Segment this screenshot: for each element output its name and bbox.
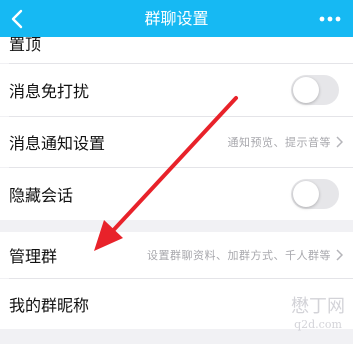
row-label-hide: 隐藏会话 bbox=[9, 186, 74, 205]
row-label-manage: 管理群 bbox=[9, 247, 58, 266]
row-detail-notify: 通知预览、提示音等 bbox=[227, 136, 331, 149]
watermark-line2: q2d.com bbox=[294, 318, 342, 331]
settings-row-hide[interactable]: 隐藏会话 bbox=[0, 168, 353, 220]
watermark-logo: 懋丁网 q2d.com bbox=[287, 296, 349, 342]
toggle-knob bbox=[293, 181, 319, 207]
more-dots-icon bbox=[319, 16, 341, 21]
hide-toggle[interactable] bbox=[291, 179, 339, 209]
more-button[interactable] bbox=[313, 0, 347, 37]
nav-bar: 群聊设置 bbox=[0, 0, 353, 37]
watermark-line1: 懋丁网 bbox=[291, 296, 345, 317]
row-label-notify: 消息通知设置 bbox=[9, 134, 106, 153]
row-label-nickname: 我的群昵称 bbox=[9, 296, 90, 315]
settings-row-manage[interactable]: 管理群 设置群聊资料、加群方式、千人群等 bbox=[0, 232, 353, 278]
chevron-right-icon bbox=[336, 117, 343, 167]
chevron-right-icon bbox=[336, 232, 343, 278]
page-title: 群聊设置 bbox=[144, 9, 209, 28]
row-label-pin: 置顶 bbox=[9, 35, 42, 54]
toggle-knob bbox=[293, 77, 319, 103]
mute-toggle[interactable] bbox=[291, 75, 339, 105]
row-detail-manage: 设置群聊资料、加群方式、千人群等 bbox=[147, 249, 331, 262]
settings-row-mute[interactable]: 消息免打扰 bbox=[0, 64, 353, 116]
settings-row-pin[interactable]: 置顶 bbox=[0, 35, 353, 63]
settings-row-notify[interactable]: 消息通知设置 通知预览、提示音等 bbox=[0, 117, 353, 167]
row-label-mute: 消息免打扰 bbox=[9, 82, 90, 101]
